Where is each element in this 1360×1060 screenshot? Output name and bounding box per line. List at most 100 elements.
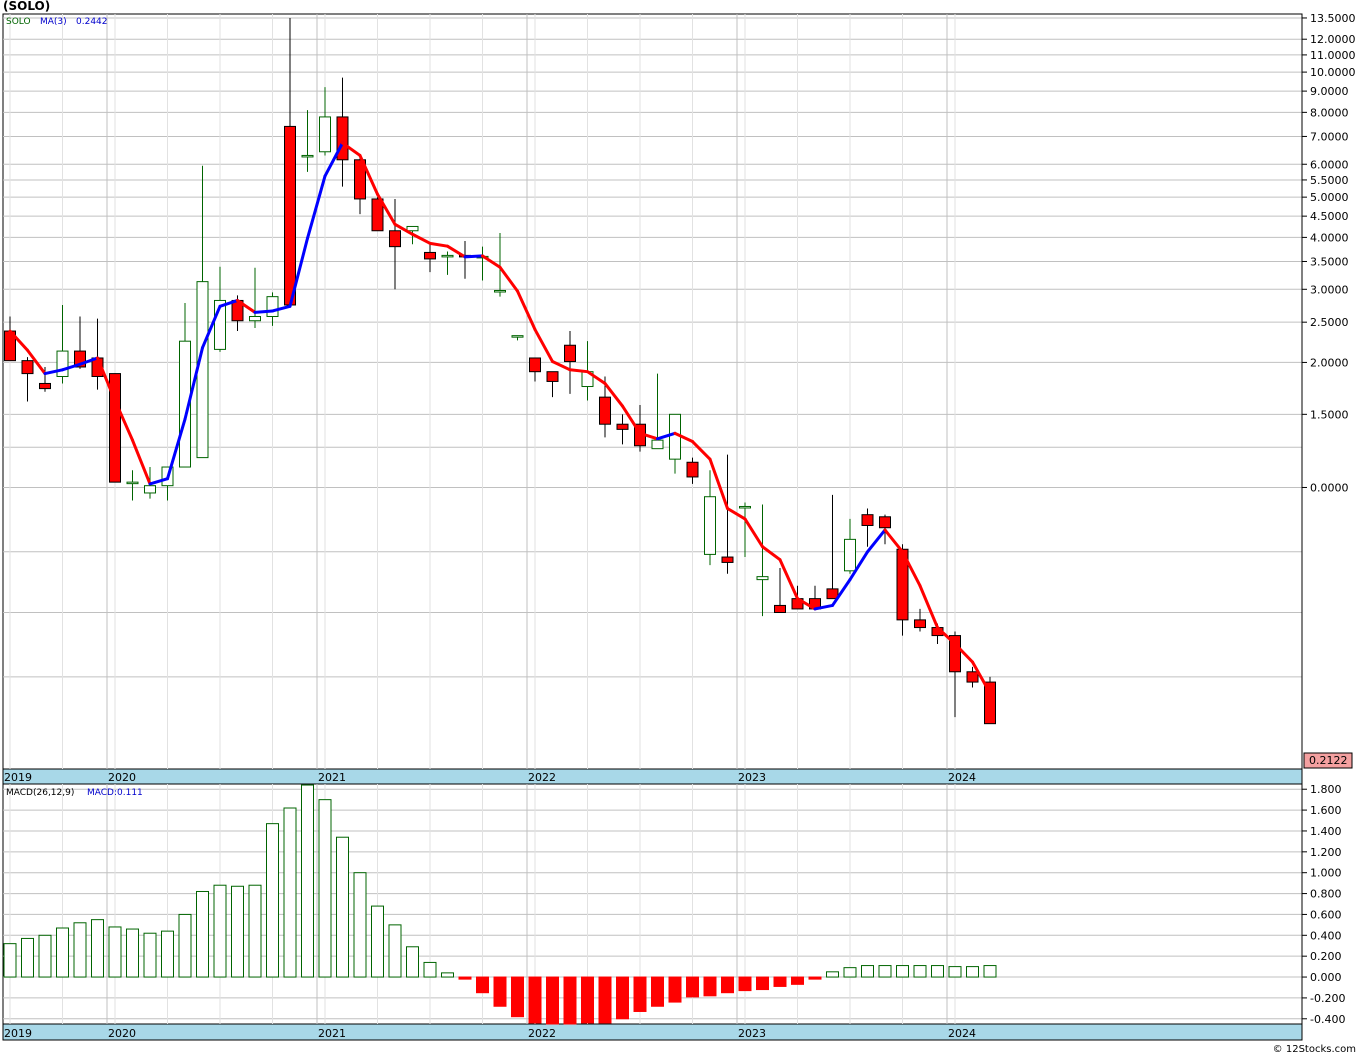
macd-y-tick-label: 0.200 xyxy=(1310,950,1342,963)
candle-down xyxy=(861,514,874,526)
macd-bar-negative xyxy=(756,976,769,991)
price-y-tick-label: 6.0000 xyxy=(1310,158,1349,171)
macd-bar-positive xyxy=(861,965,874,978)
macd-date-axis-band xyxy=(2,1023,1303,1041)
candle-up xyxy=(704,496,716,555)
price-y-tick-label: 7.0000 xyxy=(1310,130,1349,143)
macd-y-tick-label: 0.000 xyxy=(1310,971,1342,984)
macd-bar-positive xyxy=(91,919,104,978)
macd-bar-positive xyxy=(21,937,34,978)
macd-legend-value: MACD:0.111 xyxy=(87,788,143,798)
candle-down xyxy=(21,360,34,375)
price-y-tick-label: 5.5000 xyxy=(1310,174,1349,187)
candle-down xyxy=(39,382,51,390)
macd-x-year-label: 2022 xyxy=(528,1027,556,1040)
candle-down xyxy=(546,371,559,382)
candle-down xyxy=(389,230,401,248)
macd-bar-negative xyxy=(738,976,752,992)
chart-root: 13.5000 12.0000 11.0000 10.0000 9.0000 8.0000… xyxy=(0,0,1360,1056)
macd-bar-positive xyxy=(161,930,174,978)
price-y-tick-label: 2.0000 xyxy=(1310,356,1349,369)
macd-bar-positive xyxy=(878,965,892,978)
candle-down xyxy=(966,671,979,683)
macd-x-year-label: 2020 xyxy=(108,1027,136,1040)
chart-title: (SOLO) xyxy=(3,0,51,13)
macd-bar-positive xyxy=(948,966,962,978)
candle-up xyxy=(756,576,769,581)
price-x-year-label: 2023 xyxy=(738,771,766,784)
candle-down xyxy=(424,251,436,260)
macd-y-tick-label: 0.800 xyxy=(1310,888,1342,901)
macd-bar-negative xyxy=(581,976,594,1024)
macd-x-year-label: 2024 xyxy=(948,1027,976,1040)
macd-bar-negative xyxy=(791,976,804,985)
macd-bar-positive xyxy=(196,890,209,978)
macd-bar-negative xyxy=(511,976,524,1018)
candle-up xyxy=(249,315,261,322)
macd-x-year-label: 2021 xyxy=(318,1027,346,1040)
macd-bar-positive xyxy=(983,965,997,978)
macd-y-tick-label: -0.400 xyxy=(1310,1013,1345,1026)
macd-bar-positive xyxy=(913,965,927,978)
candle-down xyxy=(529,357,541,373)
candle-up xyxy=(511,335,524,338)
macd-bar-positive xyxy=(388,924,402,978)
macd-bar-negative xyxy=(651,976,664,1007)
macd-y-tick-label: 1.800 xyxy=(1310,783,1342,796)
macd-bar-positive xyxy=(266,823,279,978)
macd-bar-positive xyxy=(353,872,367,978)
macd-bar-negative xyxy=(668,976,682,1003)
macd-bar-positive xyxy=(231,885,244,978)
macd-bar-negative xyxy=(493,976,507,1007)
candle-down xyxy=(914,619,926,629)
macd-y-tick-label: 1.000 xyxy=(1310,867,1342,880)
price-y-tick-label: 1.5000 xyxy=(1310,408,1349,421)
price-x-year-label: 2019 xyxy=(4,771,32,784)
macd-y-tick-label: 1.400 xyxy=(1310,825,1342,838)
macd-bar-positive xyxy=(843,967,857,978)
candle-down xyxy=(879,516,891,529)
candle-up xyxy=(144,485,156,494)
macd-bar-negative xyxy=(546,976,559,1025)
macd-bar-negative xyxy=(808,976,822,980)
ma3-segment xyxy=(568,368,589,374)
macd-y-tick-label: 0.600 xyxy=(1310,908,1342,921)
candle-down xyxy=(564,344,576,363)
macd-x-year-label: 2019 xyxy=(4,1027,32,1040)
price-legend-symbol: SOLO xyxy=(6,17,31,27)
candle-up xyxy=(126,481,139,485)
price-y-tick-label: 11.0000 xyxy=(1310,49,1356,62)
candle-up xyxy=(739,505,751,509)
macd-bar-positive xyxy=(56,927,69,978)
macd-legend-params: MACD(26,12,9) xyxy=(6,788,74,798)
candle-up xyxy=(494,289,506,293)
macd-bar-negative xyxy=(616,976,629,1020)
macd-x-year-label: 2023 xyxy=(738,1027,766,1040)
macd-bar-negative xyxy=(703,976,717,997)
macd-bar-positive xyxy=(178,913,192,978)
price-y-tick-label: 12.0000 xyxy=(1310,33,1356,46)
price-x-year-label: 2020 xyxy=(108,771,136,784)
macd-bar-negative xyxy=(773,976,787,987)
macd-bar-positive xyxy=(423,961,437,978)
candle-down xyxy=(616,423,629,430)
candle-up xyxy=(406,225,419,232)
price-y-tick-label: 13.5000 xyxy=(1310,12,1356,25)
macd-bar-positive xyxy=(143,932,157,978)
macd-bar-negative xyxy=(598,976,612,1024)
price-legend-ma-value: 0.2442 xyxy=(76,17,108,27)
last-price-label: 0.2122 xyxy=(1309,754,1348,767)
macd-bar-positive xyxy=(406,946,419,978)
macd-bar-positive xyxy=(896,965,909,978)
candle-down xyxy=(721,556,734,563)
macd-bar-positive xyxy=(301,784,314,978)
price-legend-ma: MA(3) xyxy=(40,17,67,27)
macd-bar-positive xyxy=(283,807,297,978)
macd-bar-positive xyxy=(38,934,52,978)
macd-y-tick-label: 1.200 xyxy=(1310,846,1342,859)
price-y-tick-label: 3.0000 xyxy=(1310,283,1349,296)
macd-bar-positive xyxy=(966,966,979,978)
price-y-tick-label: 8.0000 xyxy=(1310,106,1349,119)
candle-down xyxy=(284,125,296,306)
price-y-tick-label: 0.0000 xyxy=(1310,481,1349,494)
